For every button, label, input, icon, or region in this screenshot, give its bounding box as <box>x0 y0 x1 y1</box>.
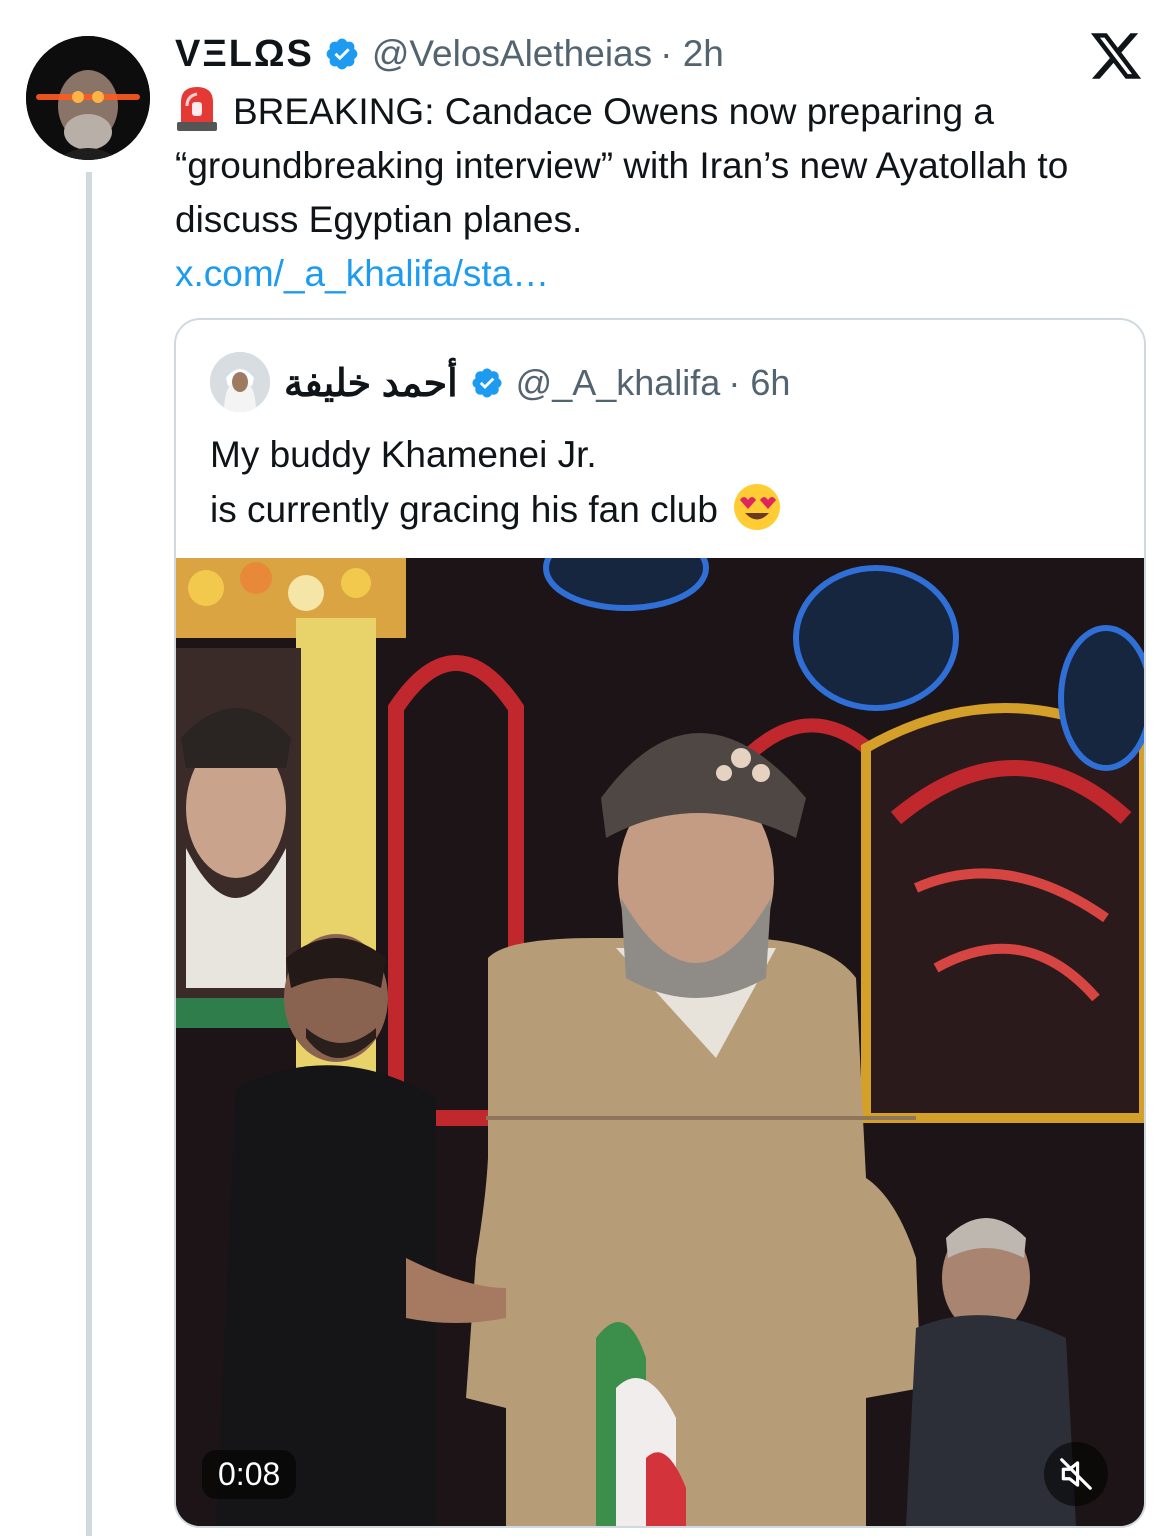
author-handle[interactable]: @VelosAletheias <box>372 33 652 75</box>
quoted-post-body: My buddy Khamenei Jr. is currently graci… <box>210 428 1110 537</box>
video-duration: 0:08 <box>202 1450 297 1499</box>
quoted-text-line-1: My buddy Khamenei Jr. <box>210 434 597 475</box>
author-display-name[interactable]: VΞLΩS <box>175 33 314 76</box>
speaker-muted-icon <box>1060 1458 1092 1490</box>
siren-emoji-icon <box>177 87 217 131</box>
post-body: BREAKING: Candace Owens now preparing a … <box>175 84 1135 301</box>
quoted-text-line-2: is currently gracing his fan club <box>210 482 1110 537</box>
quoted-post-timestamp[interactable]: · 6h <box>728 362 790 404</box>
video-player[interactable]: 0:08 <box>176 558 1144 1526</box>
author-avatar[interactable] <box>26 36 150 160</box>
quoted-author-avatar[interactable] <box>210 352 270 412</box>
verified-badge-icon[interactable] <box>324 36 360 72</box>
x-logo-icon[interactable] <box>1088 28 1144 84</box>
quoted-post[interactable]: أحمد خليفة @_A_khalifa · 6h My buddy Kha… <box>174 318 1146 1528</box>
mute-button[interactable] <box>1044 1442 1108 1506</box>
post-link[interactable]: x.com/_a_khalifa/sta… <box>175 247 1135 301</box>
quoted-text-line-2-text: is currently gracing his fan club <box>210 489 718 530</box>
avatar-image <box>26 36 150 160</box>
quoted-post-header: أحمد خليفة @_A_khalifa · 6h <box>284 358 790 408</box>
video-frame <box>176 558 1144 1526</box>
quoted-verified-badge-icon[interactable] <box>470 366 504 400</box>
post-header: VΞLΩS @VelosAletheias · 2h <box>175 30 724 78</box>
post-timestamp[interactable]: · 2h <box>660 33 724 75</box>
quoted-author-display-name[interactable]: أحمد خليفة <box>284 361 458 406</box>
quoted-author-handle[interactable]: @_A_khalifa <box>516 362 721 404</box>
thread-line <box>86 172 92 1536</box>
heart-eyes-emoji-icon <box>733 484 780 530</box>
quoted-avatar-image <box>210 352 270 412</box>
post-text: BREAKING: Candace Owens now preparing a … <box>175 91 1069 240</box>
